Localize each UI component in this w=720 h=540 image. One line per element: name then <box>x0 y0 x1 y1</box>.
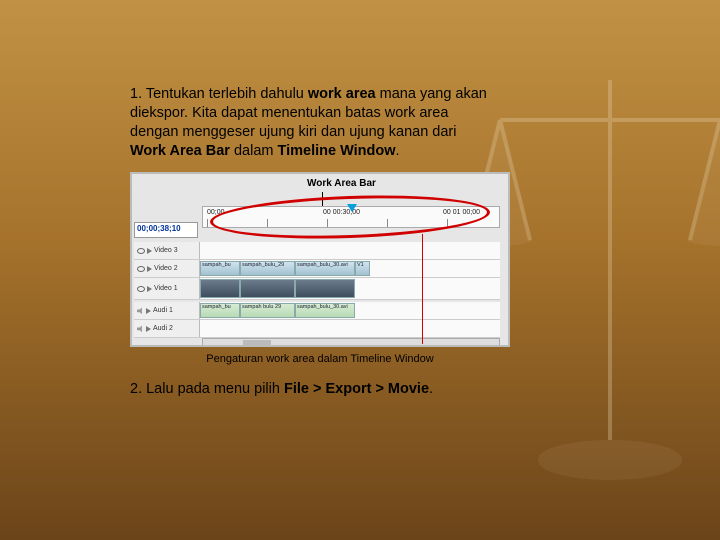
expand-icon[interactable] <box>147 286 152 292</box>
step1-suffix: . <box>396 143 400 159</box>
step1-prefix: 1. Tentukan terlebih dahulu <box>130 86 308 102</box>
track-video1[interactable]: Video 1 <box>134 278 500 300</box>
clip-thumb[interactable] <box>295 279 355 298</box>
expand-icon[interactable] <box>146 326 151 332</box>
step2-suffix: . <box>429 381 433 397</box>
clip[interactable]: sampah_bulu_30.avi <box>295 303 355 318</box>
step2-bold: File > Export > Movie <box>284 381 429 397</box>
speaker-icon[interactable] <box>137 307 144 314</box>
scrollbar-thumb[interactable] <box>243 340 271 345</box>
clip[interactable]: sampah bulu 29 <box>240 303 295 318</box>
figure-caption: Pengaturan work area dalam Timeline Wind… <box>130 353 510 365</box>
eye-icon[interactable] <box>137 248 145 254</box>
clip[interactable]: sampah_bu <box>200 303 240 318</box>
clip[interactable]: V1 <box>355 261 370 276</box>
track-audio1[interactable]: Audi 1 sampah_bu sampah bulu 29 sampah_b… <box>134 302 500 320</box>
step-2-text: 2. Lalu pada menu pilih File > Export > … <box>130 381 610 397</box>
expand-icon[interactable] <box>147 248 152 254</box>
track-label-a2: Audi 2 <box>153 325 173 332</box>
annotation-circle <box>209 192 490 244</box>
step1-bold2: Work Area Bar <box>130 143 230 159</box>
track-label-v1: Video 1 <box>154 285 178 292</box>
eye-icon[interactable] <box>137 286 145 292</box>
step1-bold1: work area <box>308 86 376 102</box>
eye-icon[interactable] <box>137 266 145 272</box>
slide-content: 1. Tentukan terlebih dahulu work area ma… <box>130 85 610 397</box>
playhead-line[interactable] <box>422 234 423 344</box>
track-label-v2: Video 2 <box>154 265 178 272</box>
step1-mid2: dalam <box>230 143 278 159</box>
clip-thumb[interactable] <box>240 279 295 298</box>
track-label-v3: Video 3 <box>154 247 178 254</box>
clip[interactable]: sampah_bulu_29 <box>240 261 295 276</box>
expand-icon[interactable] <box>147 266 152 272</box>
track-video2[interactable]: Video 2 sampah_bu sampah_bulu_29 sampah_… <box>134 260 500 278</box>
clip-thumb[interactable] <box>200 279 240 298</box>
horizontal-scrollbar[interactable] <box>202 338 500 347</box>
step1-bold3: Timeline Window <box>278 143 396 159</box>
track-video3[interactable]: Video 3 <box>134 242 500 260</box>
work-area-bar-label: Work Area Bar <box>307 178 376 189</box>
track-label-a1: Audi 1 <box>153 307 173 314</box>
clip[interactable]: sampah_bulu_30.avi <box>295 261 355 276</box>
step-1-text: 1. Tentukan terlebih dahulu work area ma… <box>130 85 610 160</box>
clip[interactable]: sampah_bu <box>200 261 240 276</box>
timeline-screenshot: Work Area Bar 00;00 00 00:30;00 00 01 00… <box>130 172 510 347</box>
timecode-display[interactable]: 00;00;38;10 <box>134 222 198 238</box>
speaker-icon[interactable] <box>137 325 144 332</box>
track-audio2[interactable]: Audi 2 <box>134 320 500 338</box>
expand-icon[interactable] <box>146 308 151 314</box>
step2-prefix: 2. Lalu pada menu pilih <box>130 381 284 397</box>
